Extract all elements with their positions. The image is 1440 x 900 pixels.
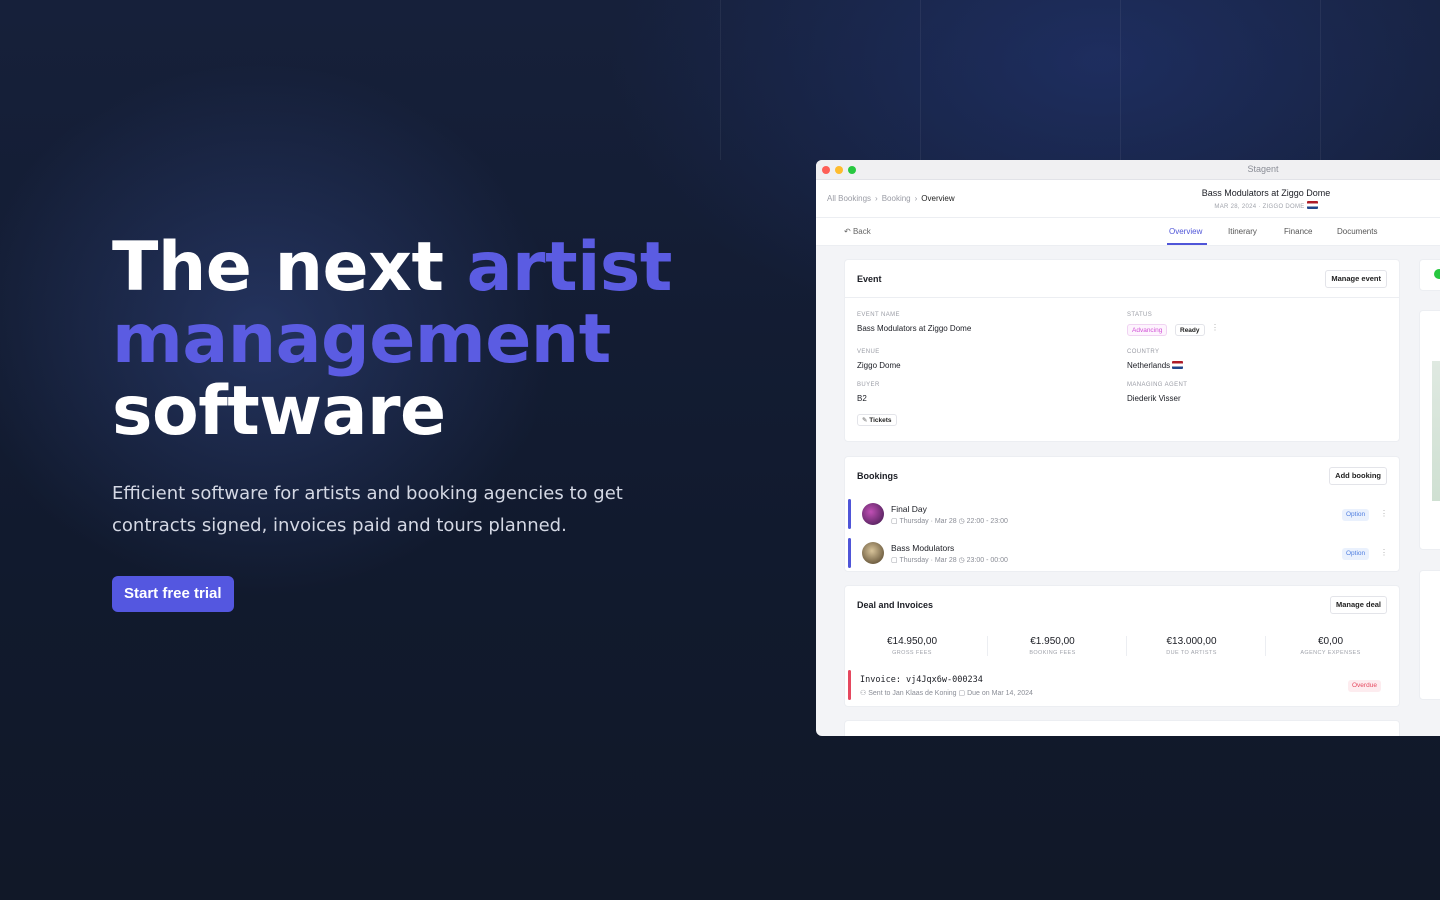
venue-label: VENUE [857,349,880,355]
divider [1320,0,1321,160]
status-label: STATUS [1127,312,1153,318]
clock-icon: ◷ [958,518,965,525]
booking-datetime: ▢ Thursday · Mar 28 ◷ 22:00 - 23:00 [891,518,1008,525]
app-header: All Bookings › Booking › Overview Bass Modul… [816,180,1440,218]
map-preview [1432,361,1440,501]
booking-status-badge: Option [1342,548,1370,560]
check-circle-icon [1434,269,1440,279]
start-free-trial-button[interactable]: Start free trial [112,576,234,612]
bookings-card: Bookings Add booking Final Day ▢ Thursda… [844,456,1400,572]
more-options-icon[interactable]: ⋮ [1380,509,1388,518]
managing-agent-value: Diederik Visser [1127,394,1181,403]
back-button[interactable]: ↶ Back [844,227,871,236]
event-title: Bass Modulators at Ziggo Dome [1201,188,1331,198]
calendar-icon: ▢ [891,518,898,525]
undo-arrow-icon: ↶ [844,227,851,236]
divider [1120,0,1121,160]
invoice-meta: ⚇ Sent to Jan Klaas de Koning ▢ Due on M… [860,690,1033,697]
hero: The next artist management software Effi… [112,232,752,542]
bookings-card-heading: Bookings [857,471,899,481]
booking-status-badge: Option [1342,509,1370,521]
booking-datetime: ▢ Thursday · Mar 28 ◷ 23:00 - 00:00 [891,557,1008,564]
tab-finance[interactable]: Finance [1284,227,1312,236]
agency-expenses: €0,00 AGENCY EXPENSES [1265,636,1395,656]
netherlands-flag-icon [1306,201,1318,209]
hero-title-accent: artist [466,228,673,307]
ticket-icon: ✎ [862,417,868,424]
booking-row[interactable]: Final Day ▢ Thursday · Mar 28 ◷ 22:00 - … [848,499,1396,533]
clock-icon: ◷ [958,557,965,564]
hero-title-part: software [112,372,446,451]
manage-deal-button[interactable]: Manage deal [1329,596,1387,614]
country-label: COUNTRY [1127,349,1160,355]
booking-fees: €1.950,00 BOOKING FEES [987,636,1117,656]
window-title: Stagent [1247,164,1279,174]
side-card [1419,259,1440,291]
add-booking-button[interactable]: Add booking [1329,467,1387,485]
hero-title-part: The next [112,228,467,307]
hero-title: The next artist management software [112,232,752,448]
hero-title-accent: management [112,300,611,379]
invoice-status-badge: Overdue [1348,680,1381,692]
divider [720,0,721,160]
event-name-value: Bass Modulators at Ziggo Dome [857,324,972,333]
next-card [844,720,1400,736]
breadcrumb-booking[interactable]: Booking [882,194,911,203]
divider [920,0,921,160]
breadcrumb-overview: Overview [921,194,955,203]
more-options-icon[interactable]: ⋮ [1211,323,1219,332]
tab-documents[interactable]: Documents [1337,227,1377,236]
more-options-icon[interactable]: ⋮ [1380,548,1388,557]
buyer-label: BUYER [857,382,880,388]
tab-itinerary[interactable]: Itinerary [1228,227,1257,236]
app-window: Stagent All Bookings › Booking › Overview Ba… [816,160,1440,736]
artist-avatar [862,503,884,525]
buyer-value: B2 [857,394,867,403]
calendar-icon: ▢ [958,690,966,697]
venue-value: Ziggo Dome [857,361,901,370]
side-card [1419,570,1440,700]
artist-avatar [862,542,884,564]
side-card [1419,310,1440,550]
invoice-row[interactable]: Invoice: vj4Jqx6w-000234 ⚇ Sent to Jan K… [848,670,1396,704]
user-icon: ⚇ [860,690,867,697]
booking-row[interactable]: Bass Modulators ▢ Thursday · Mar 28 ◷ 23… [848,538,1396,572]
managing-agent-label: MANAGING AGENT [1127,382,1188,388]
invoice-title: Invoice: vj4Jqx6w-000234 [860,675,983,685]
hero-subtitle: Efficient software for artists and booki… [112,483,623,536]
calendar-icon: ▢ [891,557,898,564]
country-value: Netherlands [1127,361,1184,370]
event-card: Event Manage event EVENT NAME Bass Modul… [844,259,1400,442]
status-ready-badge[interactable]: Ready [1175,324,1205,336]
deal-invoices-card: Deal and Invoices Manage deal €14.950,00… [844,585,1400,707]
window-titlebar: Stagent [816,160,1440,180]
breadcrumb-all-bookings[interactable]: All Bookings [827,194,871,203]
netherlands-flag-icon [1172,361,1184,369]
manage-event-button[interactable]: Manage event [1325,270,1387,288]
booking-artist-name: Final Day [891,504,927,514]
tab-bar: ↶ Back Overview Itinerary Finance Docume… [816,218,1440,246]
active-tab-indicator [1167,243,1207,245]
deal-card-heading: Deal and Invoices [857,600,934,610]
event-subtitle: MAR 28, 2024 · ZIGGO DOME [1186,201,1346,210]
event-name-label: EVENT NAME [857,312,900,318]
tickets-button[interactable]: ✎ Tickets [857,414,897,426]
status-advancing-badge[interactable]: Advancing [1127,324,1168,336]
event-card-heading: Event [857,274,882,284]
due-to-artists: €13.000,00 DUE TO ARTISTS [1126,636,1256,656]
breadcrumb: All Bookings › Booking › Overview [827,194,955,203]
gross-fees: €14.950,00 GROSS FEES [886,636,938,656]
tab-overview[interactable]: Overview [1169,227,1202,236]
booking-artist-name: Bass Modulators [891,543,955,553]
